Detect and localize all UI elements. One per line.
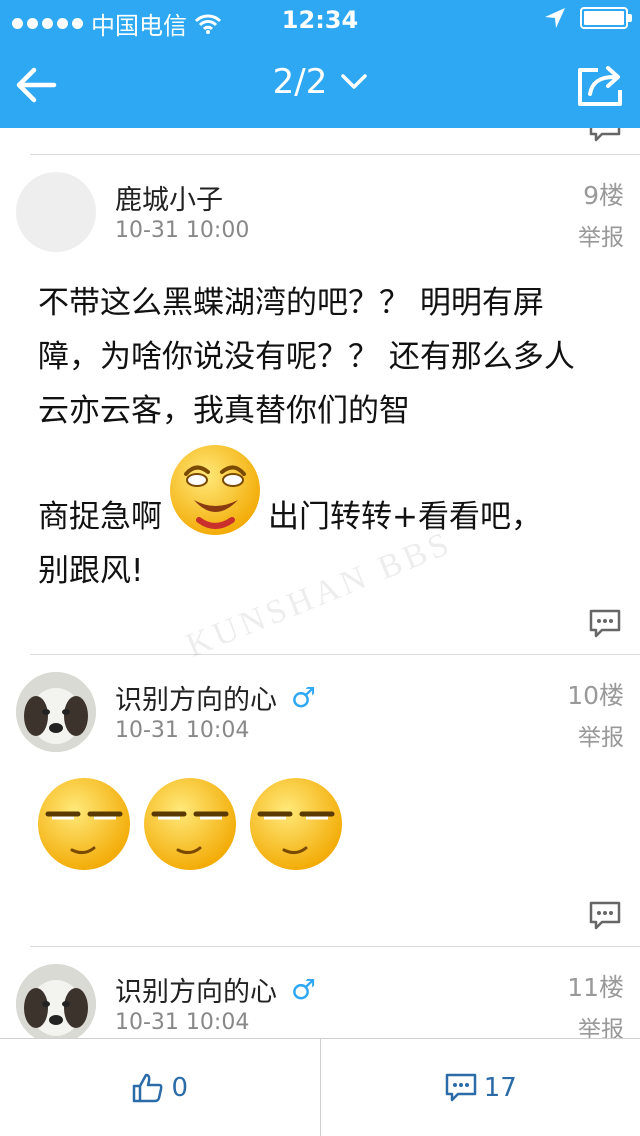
comment-icon bbox=[445, 1073, 476, 1101]
divider bbox=[30, 654, 640, 655]
floor-number: 10楼 bbox=[567, 681, 624, 710]
male-icon: ♂ bbox=[291, 681, 317, 714]
divider bbox=[30, 154, 640, 155]
like-count: 0 bbox=[171, 1072, 189, 1103]
status-right bbox=[544, 7, 632, 29]
avatar[interactable] bbox=[16, 964, 96, 1038]
comment-count: 17 bbox=[483, 1072, 517, 1103]
page-selector[interactable]: 2/2 bbox=[0, 62, 640, 102]
report-link[interactable]: 举报 bbox=[578, 1010, 624, 1038]
smug-emoji-icon bbox=[250, 778, 342, 870]
floor-number: 9楼 bbox=[583, 181, 624, 210]
author-label: 识别方向的心 bbox=[115, 685, 277, 716]
bottom-action-bar: 0 17 bbox=[0, 1038, 640, 1136]
status-bar: 中国电信 12:34 bbox=[0, 0, 640, 40]
share-icon[interactable] bbox=[576, 62, 626, 108]
author-label: 识别方向的心 bbox=[115, 977, 277, 1008]
dog-avatar-image bbox=[16, 672, 96, 752]
post-content bbox=[34, 774, 346, 874]
post-text-emoji-line: 商捉急啊 出门转转+看看吧， bbox=[38, 438, 598, 544]
comment-button[interactable]: 17 bbox=[319, 1039, 640, 1136]
author-name[interactable]: 识别方向的心 ♂ bbox=[115, 970, 316, 1009]
reply-bubble-icon[interactable] bbox=[588, 608, 622, 640]
male-icon: ♂ bbox=[291, 973, 317, 1006]
post-list[interactable]: 鹿城小子 10-31 10:00 9楼 举报 不带这么黑蝶湖湾的吧？？ 明明有屏… bbox=[0, 128, 640, 1038]
location-icon bbox=[545, 8, 565, 28]
author-name[interactable]: 鹿城小子 bbox=[115, 178, 223, 217]
laughing-emoji-icon bbox=[170, 445, 260, 535]
report-link[interactable]: 举报 bbox=[578, 718, 624, 752]
dog-avatar-image bbox=[16, 964, 96, 1038]
thumbs-up-icon bbox=[133, 1073, 163, 1102]
smug-emoji-icon bbox=[38, 778, 130, 870]
post-text-segment: 别跟风! bbox=[38, 553, 144, 589]
reply-bubble-icon[interactable] bbox=[588, 900, 622, 932]
page-indicator: 2/2 bbox=[272, 62, 328, 102]
post-time: 10-31 10:00 bbox=[115, 218, 250, 243]
avatar[interactable] bbox=[16, 172, 96, 252]
floor-number: 11楼 bbox=[567, 973, 624, 1002]
post-text-segment: 商捉急啊 bbox=[38, 499, 162, 535]
post-time: 10-31 10:04 bbox=[115, 1010, 250, 1035]
author-label: 鹿城小子 bbox=[115, 185, 223, 216]
post-content: 不带这么黑蝶湖湾的吧？？ 明明有屏障，为啥你说没有呢？？ 还有那么多人云亦云客，… bbox=[38, 276, 598, 598]
author-name[interactable]: 识别方向的心 ♂ bbox=[115, 678, 316, 717]
nav-bar: 2/2 bbox=[0, 40, 640, 128]
smug-emoji-icon bbox=[144, 778, 236, 870]
post-time: 10-31 10:04 bbox=[115, 718, 250, 743]
post-text-paragraph: 不带这么黑蝶湖湾的吧？？ 明明有屏障，为啥你说没有呢？？ 还有那么多人云亦云客，… bbox=[38, 285, 575, 429]
post-text-segment: 出门转转+看看吧， bbox=[268, 499, 542, 535]
chevron-down-icon bbox=[341, 74, 368, 89]
like-button[interactable]: 0 bbox=[0, 1039, 320, 1136]
reply-bubble-icon[interactable] bbox=[588, 128, 622, 144]
avatar[interactable] bbox=[16, 672, 96, 752]
divider bbox=[30, 946, 640, 947]
battery-icon bbox=[580, 7, 632, 29]
report-link[interactable]: 举报 bbox=[578, 218, 624, 252]
